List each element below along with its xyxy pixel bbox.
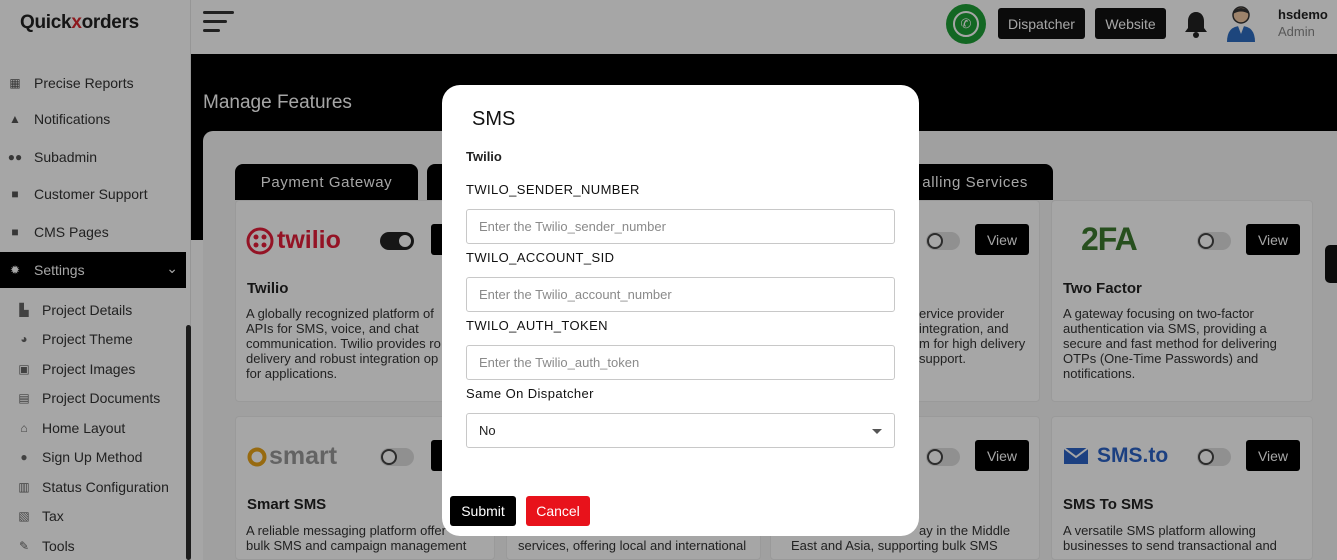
select-value: No xyxy=(479,423,496,438)
account-sid-input[interactable] xyxy=(466,277,895,312)
submit-button[interactable]: Submit xyxy=(450,496,516,526)
auth-token-input[interactable] xyxy=(466,345,895,380)
label-auth-token: TWILO_AUTH_TOKEN xyxy=(466,318,608,333)
modal-subtitle: Twilio xyxy=(466,149,502,164)
sms-modal: SMS Twilio TWILO_SENDER_NUMBER TWILO_ACC… xyxy=(442,85,919,536)
sender-number-input[interactable] xyxy=(466,209,895,244)
label-same-on-dispatcher: Same On Dispatcher xyxy=(466,386,594,401)
cancel-button[interactable]: Cancel xyxy=(526,496,590,526)
caret-down-icon xyxy=(872,429,882,434)
label-account-sid: TWILO_ACCOUNT_SID xyxy=(466,250,615,265)
label-sender-number: TWILO_SENDER_NUMBER xyxy=(466,182,640,197)
same-on-dispatcher-select[interactable]: No xyxy=(466,413,895,448)
modal-title: SMS xyxy=(472,108,516,130)
